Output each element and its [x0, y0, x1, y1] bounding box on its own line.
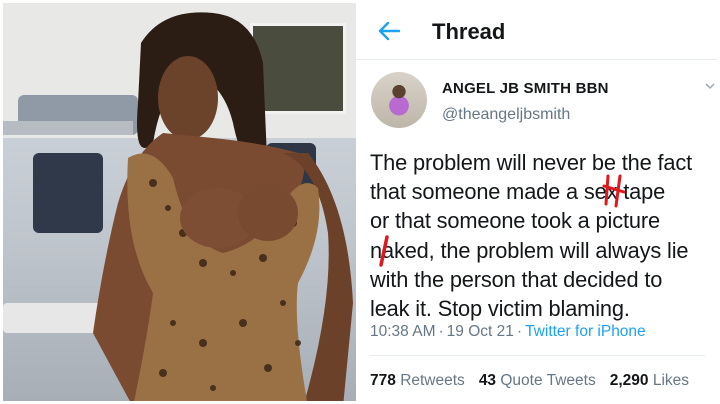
quote-tweets-count: 43: [478, 372, 497, 389]
tweet-text-line: with the person that decided to: [370, 266, 663, 292]
tweet-source-link[interactable]: Twitter for iPhone: [525, 323, 646, 340]
divider: [370, 355, 705, 356]
quote-tweets-label: Quote Tweets: [500, 372, 596, 389]
tweet-time: 10:38 AM: [370, 323, 436, 340]
display-name[interactable]: ANGEL JB SMITH BBN: [442, 80, 609, 97]
user-handle[interactable]: @theangeljbsmith: [442, 106, 570, 124]
tweet-text-line: that someone made a sex tape: [370, 179, 666, 205]
tweet-text: The problem will never be the fact that …: [370, 148, 720, 323]
quote-tweets-stat[interactable]: 43 Quote Tweets: [479, 372, 596, 389]
top-bar: Thread: [356, 3, 717, 60]
tweet-meta: 10:38 AM · 19 Oct 21 · Twitter for iPhone: [370, 323, 646, 340]
retweets-count: 778: [370, 372, 396, 389]
red-scribble-mark: [379, 235, 389, 267]
likes-stat[interactable]: 2,290 Likes: [610, 372, 689, 389]
chevron-down-icon[interactable]: [705, 81, 715, 91]
likes-label: Likes: [652, 372, 690, 389]
avatar[interactable]: [371, 72, 427, 128]
tweet-text-line: or that someone took a picture: [370, 208, 660, 234]
photo-person: [93, 12, 353, 401]
tweet-text-line: leak it. Stop victim blaming.: [370, 296, 630, 322]
likes-count: 2,290: [609, 372, 649, 389]
tweet-stats: 778 Retweets 43 Quote Tweets 2,290 Likes: [370, 372, 689, 390]
tweet-text-line: The problem will never be the fact: [370, 150, 693, 175]
retweets-label: Retweets: [400, 372, 465, 389]
tweet-photo[interactable]: [3, 3, 356, 401]
arrow-left-icon[interactable]: [376, 18, 402, 44]
tweet-text-line: naked, the problem will always lie: [370, 237, 689, 263]
tweet-date: 19 Oct 21: [446, 323, 514, 340]
retweets-stat[interactable]: 778 Retweets: [370, 372, 465, 389]
page-title: Thread: [432, 19, 506, 44]
red-scribble-mark: [602, 174, 626, 208]
thread-panel: Thread ANGEL JB SMITH BBN @theangeljbsmi…: [356, 3, 717, 401]
